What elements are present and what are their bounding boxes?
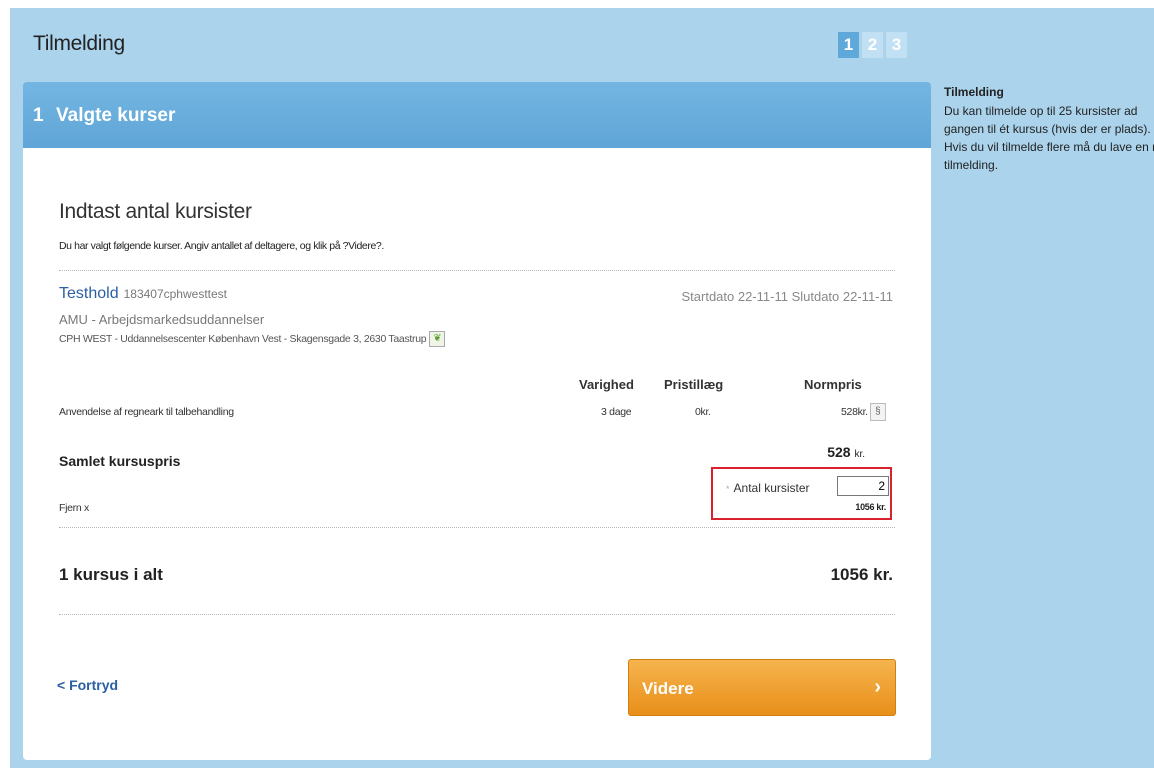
summary-total: 1056 kr. bbox=[830, 565, 893, 584]
course-total-price: 528 kr. bbox=[827, 444, 865, 460]
divider bbox=[59, 527, 895, 528]
module-surcharge: 0kr. bbox=[695, 406, 711, 418]
participant-total-price: 1056 kr. bbox=[855, 502, 886, 512]
participant-count-label: * Antal kursister bbox=[726, 481, 810, 495]
module-duration: 3 dage bbox=[601, 406, 632, 418]
course-dates: Startdato 22-11-11 Slutdato 22-11-11 bbox=[681, 289, 893, 304]
panel-heading: Indtast antal kursister bbox=[59, 200, 252, 223]
course-total-value: 528 bbox=[827, 444, 851, 460]
col-normprice-header: Normpris bbox=[804, 377, 862, 392]
sidebar-title: Tilmelding bbox=[944, 85, 1004, 99]
cancel-link[interactable]: < Fortryd bbox=[57, 677, 118, 693]
sidebar-text: Du kan tilmelde op til 25 kursister ad g… bbox=[944, 104, 1154, 172]
section-number: 1 bbox=[33, 105, 44, 126]
col-surcharge-header: Pristillæg bbox=[664, 377, 724, 392]
address-text: CPH WEST - Uddannelsescenter København V… bbox=[59, 332, 427, 345]
participant-count-box: *Antal kursister 1056 kr. bbox=[711, 467, 892, 520]
intro-text: Du har valgt følgende kurser. Angiv anta… bbox=[59, 240, 384, 252]
step-1[interactable]: 1 bbox=[838, 32, 859, 58]
module-price-value: 528kr. bbox=[841, 405, 868, 418]
module-price: 528kr. § bbox=[841, 403, 886, 421]
col-duration-header: Varighed bbox=[579, 377, 634, 392]
course-panel: Indtast antal kursister Du har valgt føl… bbox=[23, 148, 931, 760]
participant-count-label-text: Antal kursister bbox=[733, 481, 810, 495]
course-title: Testhold 183407cphwesttest bbox=[59, 285, 227, 303]
course-code: 183407cphwesttest bbox=[123, 287, 227, 301]
course-name[interactable]: Testhold bbox=[59, 285, 119, 302]
next-button-label: Videre bbox=[642, 679, 694, 698]
divider bbox=[59, 270, 895, 271]
leaf-icon[interactable]: ❦ bbox=[429, 331, 446, 347]
paragraph-icon[interactable]: § bbox=[869, 403, 886, 421]
summary-label: 1 kursus i alt bbox=[59, 565, 163, 584]
section-header: 1 Valgte kurser bbox=[23, 82, 931, 148]
course-total-unit: kr. bbox=[854, 449, 865, 460]
page-title: Tilmelding bbox=[33, 32, 125, 55]
next-button[interactable]: Videre › bbox=[628, 659, 896, 716]
remove-course-link[interactable]: Fjern x bbox=[59, 502, 89, 514]
step-3[interactable]: 3 bbox=[886, 32, 907, 58]
step-2[interactable]: 2 bbox=[862, 32, 883, 58]
step-indicator: 1 2 3 bbox=[838, 32, 907, 58]
divider bbox=[59, 614, 895, 615]
section-title: Valgte kurser bbox=[56, 105, 176, 126]
course-address: CPH WEST - Uddannelsescenter København V… bbox=[59, 331, 446, 347]
required-marker: * bbox=[726, 484, 730, 494]
module-name: Anvendelse af regneark til talbehandling bbox=[59, 406, 234, 418]
course-total-label: Samlet kursuspris bbox=[59, 453, 181, 469]
chevron-right-icon: › bbox=[874, 676, 881, 698]
course-category: AMU - Arbejdsmarkedsuddannelser bbox=[59, 312, 265, 327]
participant-count-input[interactable] bbox=[837, 476, 889, 496]
